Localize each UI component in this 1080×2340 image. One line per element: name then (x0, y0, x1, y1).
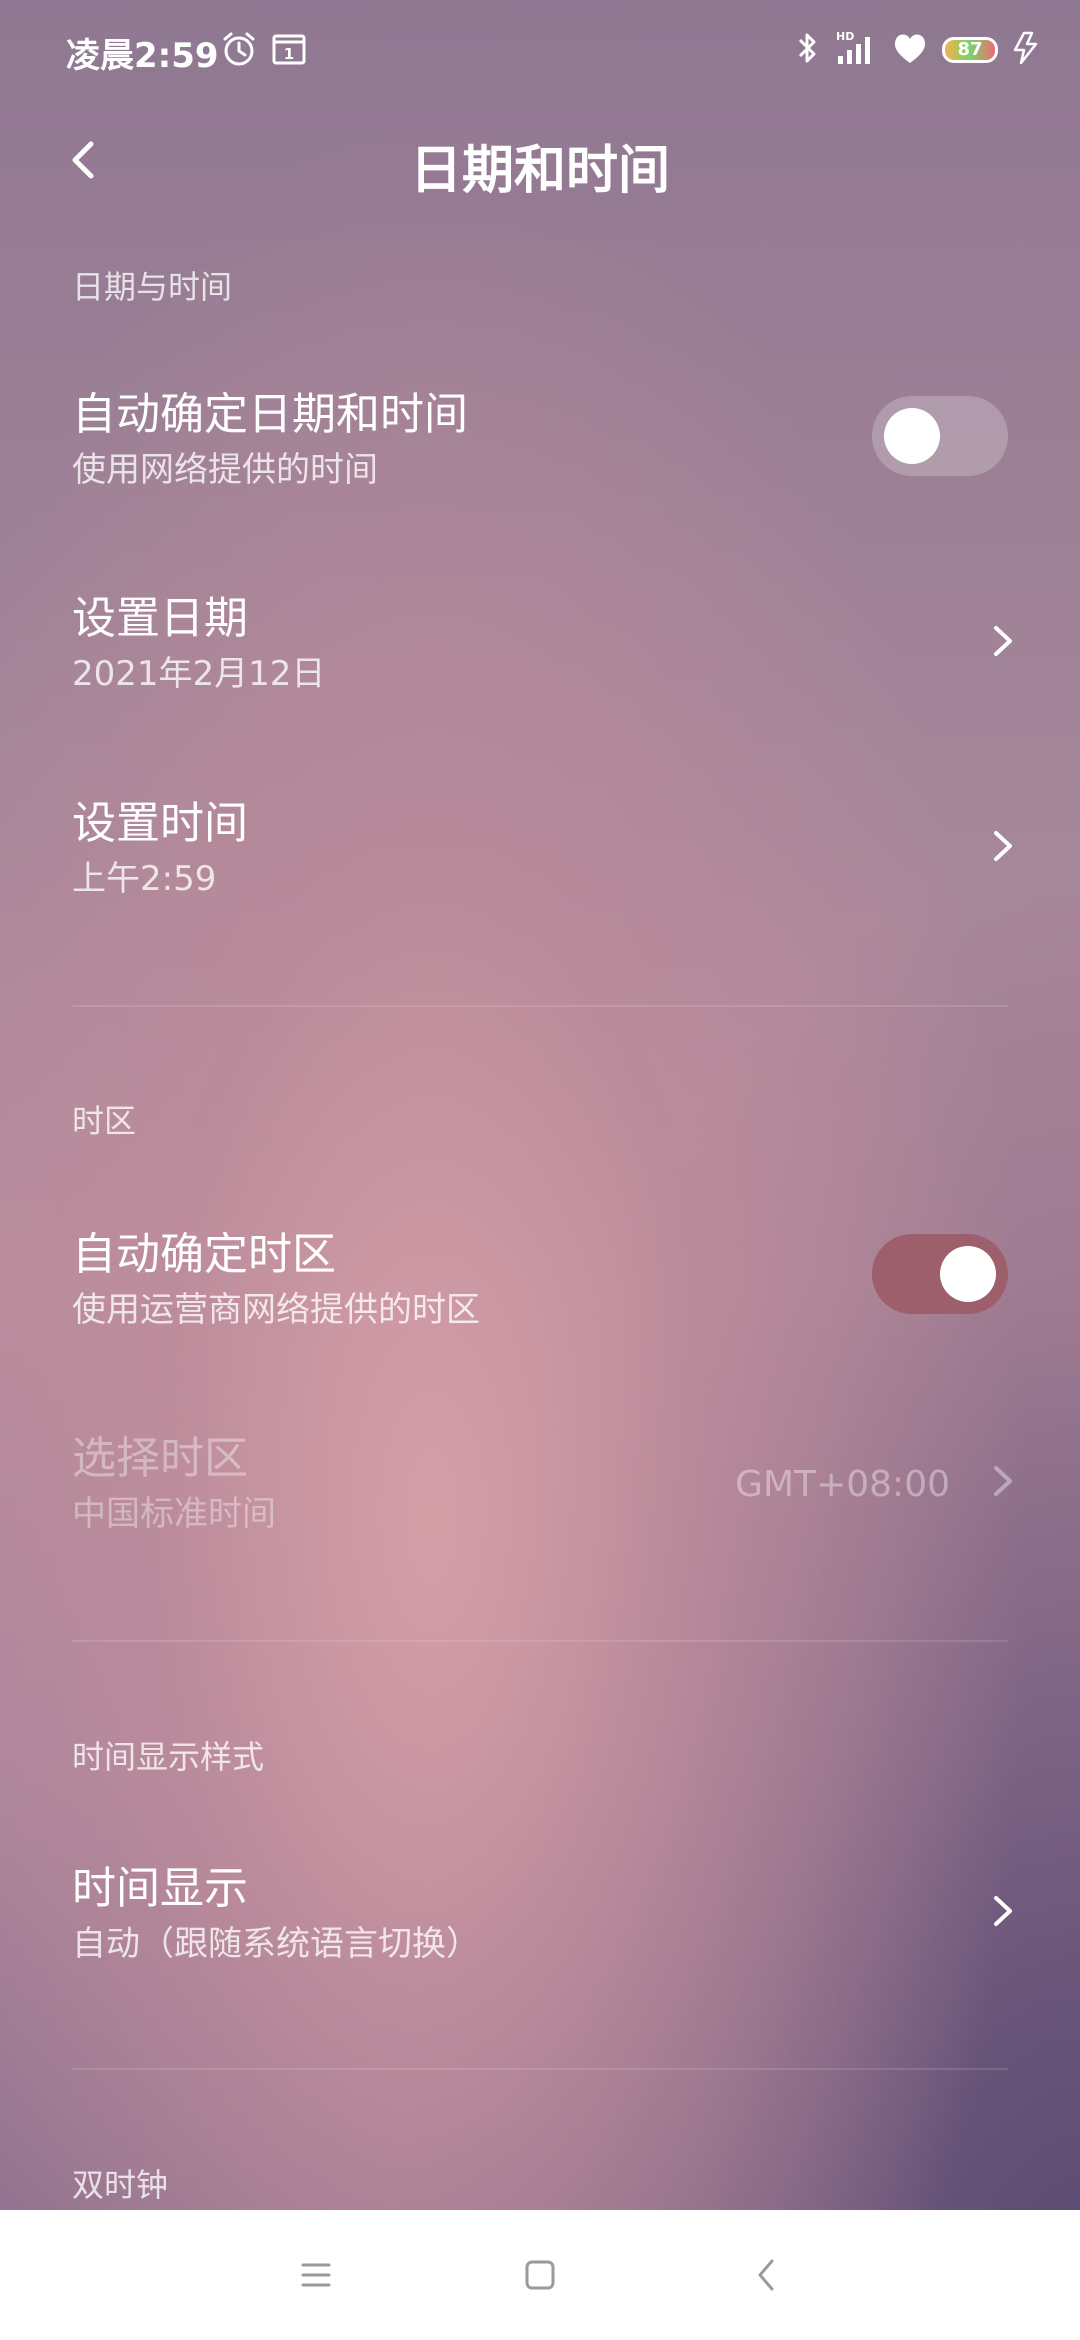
section-header-time-format: 时间显示样式 (72, 1738, 265, 1776)
calendar-icon: 1 (270, 30, 308, 68)
time-display-row[interactable]: 时间显示 自动（跟随系统语言切换） (0, 1826, 1080, 1996)
navigation-bar (0, 2210, 1080, 2340)
page-title: 日期和时间 (409, 141, 670, 201)
section-header-dual-clock: 双时钟 (72, 2166, 169, 2204)
auto-datetime-row[interactable]: 自动确定日期和时间 使用网络提供的时间 (0, 352, 1080, 522)
auto-timezone-title: 自动确定时区 (72, 1229, 336, 1280)
auto-timezone-subtitle: 使用运营商网络提供的时区 (72, 1290, 480, 1330)
set-time-title: 设置时间 (72, 798, 248, 849)
set-date-title: 设置日期 (72, 593, 248, 644)
auto-timezone-toggle[interactable] (872, 1234, 1008, 1314)
time-display-subtitle: 自动（跟随系统语言切换） (72, 1924, 480, 1964)
select-timezone-subtitle: 中国标准时间 (72, 1494, 276, 1534)
nav-back-button[interactable] (736, 2248, 796, 2302)
auto-datetime-subtitle: 使用网络提供的时间 (72, 450, 378, 490)
section-header-date-time: 日期与时间 (72, 268, 233, 306)
back-icon (758, 2259, 774, 2291)
hd-signal-icon: HD (834, 29, 878, 71)
chevron-right-icon (990, 821, 1018, 871)
section-divider (72, 2068, 1008, 2070)
set-time-subtitle: 上午2:59 (72, 859, 217, 899)
set-date-subtitle: 2021年2月12日 (72, 654, 326, 694)
section-divider (72, 1640, 1008, 1642)
alarm-icon (220, 30, 258, 68)
menu-button[interactable] (286, 2248, 346, 2302)
status-right-group: HD 87 (796, 30, 1040, 70)
chevron-right-icon (990, 1456, 1018, 1506)
bluetooth-icon (796, 30, 820, 70)
heart-icon (892, 31, 928, 69)
timezone-value: GMT+08:00 (735, 1464, 950, 1505)
auto-timezone-row[interactable]: 自动确定时区 使用运营商网络提供的时区 (0, 1192, 1080, 1362)
menu-icon (301, 2263, 331, 2287)
battery-icon: 87 (942, 37, 998, 63)
time-display-title: 时间显示 (72, 1863, 248, 1914)
auto-datetime-title: 自动确定日期和时间 (72, 389, 468, 440)
battery-level: 87 (957, 39, 983, 60)
home-icon (525, 2260, 555, 2290)
charging-icon (1012, 31, 1040, 69)
set-date-row[interactable]: 设置日期 2021年2月12日 (0, 556, 1080, 726)
toggle-knob (884, 408, 940, 464)
select-timezone-row[interactable]: 选择时区 中国标准时间 GMT+08:00 (0, 1396, 1080, 1566)
status-time: 凌晨2:59 (66, 36, 219, 76)
toggle-knob (940, 1246, 996, 1302)
auto-datetime-toggle[interactable] (872, 396, 1008, 476)
home-button[interactable] (510, 2248, 570, 2302)
app-header: 日期和时间 (0, 100, 1080, 240)
select-timezone-title: 选择时区 (72, 1433, 248, 1484)
status-bar: 凌晨2:59 1 HD 87 (0, 0, 1080, 100)
section-divider (72, 1005, 1008, 1007)
svg-text:HD: HD (836, 30, 854, 43)
chevron-right-icon (990, 616, 1018, 666)
set-time-row[interactable]: 设置时间 上午2:59 (0, 761, 1080, 931)
section-header-timezone: 时区 (72, 1102, 137, 1140)
chevron-right-icon (990, 1886, 1018, 1936)
calendar-day: 1 (284, 45, 294, 63)
